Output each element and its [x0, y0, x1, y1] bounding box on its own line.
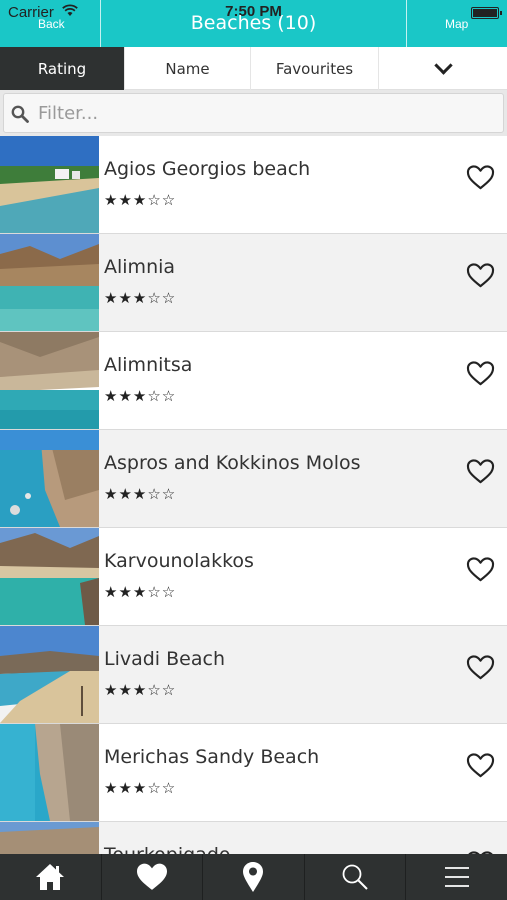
heart-outline-icon[interactable] [466, 262, 495, 289]
beach-thumbnail [0, 234, 99, 331]
rating-stars: ★★★☆☆ [104, 289, 177, 307]
back-button[interactable]: Back [0, 0, 101, 47]
menu-icon [444, 867, 469, 887]
search-icon [342, 864, 368, 890]
heart-outline-icon[interactable] [466, 458, 495, 485]
back-button-label: Back [38, 17, 65, 31]
beach-name: Alimnia [104, 256, 176, 278]
beach-list: Agios Georgios beach ★★★☆☆ Alimnia ★★★☆☆… [0, 136, 507, 854]
beach-name: Agios Georgios beach [104, 158, 311, 180]
beach-name: Livadi Beach [104, 648, 225, 670]
beach-thumbnail [0, 822, 99, 854]
list-item[interactable]: Aspros and Kokkinos Molos ★★★☆☆ [0, 430, 507, 528]
list-item[interactable]: Tourkopigado [0, 822, 507, 854]
rating-stars: ★★★☆☆ [104, 485, 177, 503]
beach-name: Karvounolakkos [104, 550, 254, 572]
beach-thumbnail [0, 430, 99, 527]
heart-outline-icon[interactable] [466, 164, 495, 191]
list-item[interactable]: Merichas Sandy Beach ★★★☆☆ [0, 724, 507, 822]
tab-menu[interactable] [406, 854, 507, 900]
bottom-tab-bar [0, 854, 507, 900]
beach-thumbnail [0, 724, 99, 821]
heart-outline-icon[interactable] [466, 360, 495, 387]
chevron-down-icon [433, 56, 453, 75]
list-item[interactable]: Alimnia ★★★☆☆ [0, 234, 507, 332]
list-item[interactable]: Karvounolakkos ★★★☆☆ [0, 528, 507, 626]
tab-search[interactable] [305, 854, 407, 900]
tab-name[interactable]: Name [125, 47, 251, 90]
filter-input[interactable] [38, 99, 488, 127]
heart-outline-icon[interactable] [466, 654, 495, 681]
sort-tabs: Rating Name Favourites [0, 47, 507, 90]
page-title: Beaches (10) [190, 12, 317, 34]
beach-thumbnail [0, 136, 99, 233]
heart-outline-icon[interactable] [466, 556, 495, 583]
map-button[interactable]: Map [406, 0, 507, 47]
tab-favourites-bar[interactable] [102, 854, 204, 900]
list-item[interactable]: Livadi Beach ★★★☆☆ [0, 626, 507, 724]
navigation-bar: Carrier 7:50 PM Back Beaches (10) Map [0, 0, 507, 47]
filter-box [3, 93, 504, 133]
beach-thumbnail [0, 528, 99, 625]
tab-rating[interactable]: Rating [0, 47, 125, 90]
heart-outline-icon[interactable] [466, 752, 495, 779]
beach-name: Alimnitsa [104, 354, 193, 376]
list-item[interactable]: Agios Georgios beach ★★★☆☆ [0, 136, 507, 234]
tab-map[interactable] [203, 854, 305, 900]
list-item[interactable]: Alimnitsa ★★★☆☆ [0, 332, 507, 430]
rating-stars: ★★★☆☆ [104, 387, 177, 405]
heart-icon [136, 863, 167, 890]
home-icon [36, 864, 65, 890]
location-pin-icon [243, 862, 264, 892]
filter-bar [0, 90, 507, 136]
tab-favourites[interactable]: Favourites [251, 47, 379, 90]
rating-stars: ★★★☆☆ [104, 779, 177, 797]
rating-stars: ★★★☆☆ [104, 583, 177, 601]
beach-name: Tourkopigado [104, 844, 231, 854]
beach-thumbnail [0, 626, 99, 723]
map-button-label: Map [445, 17, 469, 31]
rating-stars: ★★★☆☆ [104, 681, 177, 699]
rating-stars: ★★★☆☆ [104, 191, 177, 209]
more-options-button[interactable] [379, 47, 507, 90]
search-icon [11, 105, 29, 123]
beach-name: Merichas Sandy Beach [104, 746, 320, 768]
beach-name: Aspros and Kokkinos Molos [104, 452, 361, 474]
beach-thumbnail [0, 332, 99, 429]
tab-home[interactable] [0, 854, 102, 900]
